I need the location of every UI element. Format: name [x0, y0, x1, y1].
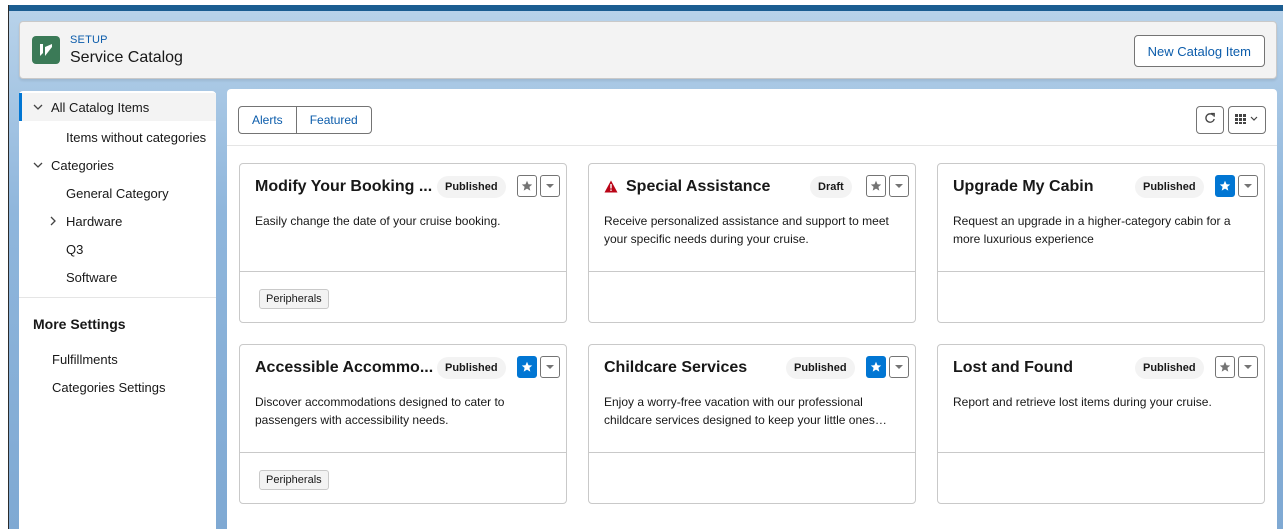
star-icon — [870, 180, 882, 191]
status-badge: Published — [437, 176, 506, 198]
alerts-filter-button[interactable]: Alerts — [239, 107, 296, 133]
card-description: Enjoy a worry-free vacation with our pro… — [604, 395, 887, 427]
card-title[interactable]: Lost and Found — [953, 359, 1073, 377]
status-badge: Published — [1135, 357, 1204, 379]
page-header: SETUP Service Catalog New Catalog Item — [19, 21, 1277, 79]
category-tag: Peripherals — [259, 289, 329, 309]
status-badge: Draft — [810, 176, 852, 198]
card-title-text: Special Assistance — [626, 178, 771, 195]
catalog-main-panel: Alerts Featured Modify Your Booking ... … — [227, 89, 1277, 529]
sidebar-item-all-catalog-items[interactable]: All Catalog Items — [19, 93, 216, 121]
card-divider — [938, 271, 1264, 272]
favorite-button[interactable] — [517, 356, 537, 378]
status-badge: Published — [1135, 176, 1204, 198]
favorite-button[interactable] — [1215, 175, 1235, 197]
sidebar-item-label: All Catalog Items — [51, 99, 150, 115]
chevron-down-icon — [1244, 184, 1252, 188]
app-frame: SETUP Service Catalog New Catalog Item A… — [8, 5, 1283, 529]
sidebar-item-categories-settings[interactable]: Categories Settings — [52, 373, 165, 401]
card-title[interactable]: Accessible Accommo... — [255, 359, 433, 377]
catalog-card[interactable]: Childcare Services Published Enjoy a wor… — [588, 344, 916, 504]
card-description: Receive personalized assistance and supp… — [604, 214, 889, 246]
card-description: Easily change the date of your cruise bo… — [255, 214, 501, 228]
chevron-down-icon — [546, 184, 554, 188]
refresh-button[interactable] — [1196, 106, 1224, 134]
sidebar-item-label: Hardware — [66, 213, 123, 229]
page-title: Service Catalog — [70, 49, 183, 66]
card-menu-button[interactable] — [1238, 175, 1258, 197]
top-accent-bar — [9, 5, 1283, 11]
card-divider — [589, 271, 915, 272]
chevron-down-icon — [546, 365, 554, 369]
service-catalog-app-icon — [32, 36, 60, 64]
more-settings-heading: More Settings — [33, 316, 126, 332]
star-icon — [870, 361, 882, 372]
sidebar-item-label: Fulfillments — [52, 351, 118, 367]
favorite-button[interactable] — [517, 175, 537, 197]
catalog-card[interactable]: Modify Your Booking ... Published Easily… — [239, 163, 567, 323]
catalog-card[interactable]: Upgrade My Cabin Published Request an up… — [937, 163, 1265, 323]
favorite-button[interactable] — [866, 175, 886, 197]
favorite-button[interactable] — [866, 356, 886, 378]
card-description: Request an upgrade in a higher-category … — [953, 214, 1231, 246]
sidebar-item-label: Q3 — [66, 241, 84, 257]
sidebar-item-fulfillments[interactable]: Fulfillments — [52, 345, 118, 373]
card-divider — [240, 452, 566, 453]
status-badge: Published — [786, 357, 855, 379]
favorite-button[interactable] — [1215, 356, 1235, 378]
new-catalog-item-button[interactable]: New Catalog Item — [1133, 35, 1265, 67]
card-menu-button[interactable] — [540, 175, 560, 197]
grid-view-icon — [1235, 111, 1259, 129]
card-description: Discover accommodations designed to cate… — [255, 395, 505, 427]
sidebar-item-label: Software — [66, 269, 118, 285]
card-description: Report and retrieve lost items during yo… — [953, 395, 1212, 409]
card-title[interactable]: Special Assistance — [604, 178, 770, 196]
sidebar-item-hardware[interactable]: Hardware — [46, 207, 122, 235]
sidebar-item-items-without-categories[interactable]: Items without categories — [66, 123, 206, 151]
chevron-down-icon — [895, 184, 903, 188]
star-icon — [521, 361, 533, 372]
catalog-card[interactable]: Accessible Accommo... Published Discover… — [239, 344, 567, 504]
refresh-icon — [1204, 111, 1216, 129]
sidebar-item-general-category[interactable]: General Category — [66, 179, 169, 207]
chevron-down-icon — [895, 365, 903, 369]
card-divider — [938, 452, 1264, 453]
sidebar-divider — [19, 297, 216, 298]
sidebar-item-software[interactable]: Software — [66, 263, 117, 291]
card-title[interactable]: Childcare Services — [604, 359, 747, 377]
sidebar-item-categories[interactable]: Categories — [31, 151, 114, 179]
sidebar-item-q3[interactable]: Q3 — [66, 235, 83, 263]
star-icon — [1219, 180, 1231, 191]
sidebar: All Catalog Items Items without categori… — [19, 91, 216, 529]
chevron-down-icon[interactable] — [31, 158, 45, 172]
sidebar-item-label: Categories — [51, 157, 114, 173]
card-menu-button[interactable] — [889, 356, 909, 378]
catalog-card[interactable]: Special Assistance Draft Receive persona… — [588, 163, 916, 323]
card-title[interactable]: Modify Your Booking ... — [255, 178, 432, 196]
setup-label: SETUP — [70, 34, 108, 46]
category-tag: Peripherals — [259, 470, 329, 490]
display-view-button[interactable] — [1228, 106, 1266, 134]
sidebar-item-label: Items without categories — [66, 129, 207, 145]
card-menu-button[interactable] — [889, 175, 909, 197]
status-badge: Published — [437, 357, 506, 379]
card-divider — [240, 271, 566, 272]
card-menu-button[interactable] — [1238, 356, 1258, 378]
chevron-down-icon[interactable] — [31, 100, 45, 114]
filter-button-group: Alerts Featured — [238, 106, 372, 134]
toolbar-divider — [227, 145, 1277, 146]
card-menu-button[interactable] — [540, 356, 560, 378]
card-divider — [589, 452, 915, 453]
card-title[interactable]: Upgrade My Cabin — [953, 178, 1093, 196]
chevron-right-icon[interactable] — [46, 214, 60, 228]
featured-filter-button[interactable]: Featured — [295, 107, 371, 133]
star-icon — [521, 180, 533, 191]
sidebar-item-label: General Category — [66, 185, 169, 201]
sidebar-item-label: Categories Settings — [52, 379, 166, 395]
warning-icon — [604, 180, 618, 193]
star-icon — [1219, 361, 1231, 372]
catalog-card[interactable]: Lost and Found Published Report and retr… — [937, 344, 1265, 504]
chevron-down-icon — [1244, 365, 1252, 369]
